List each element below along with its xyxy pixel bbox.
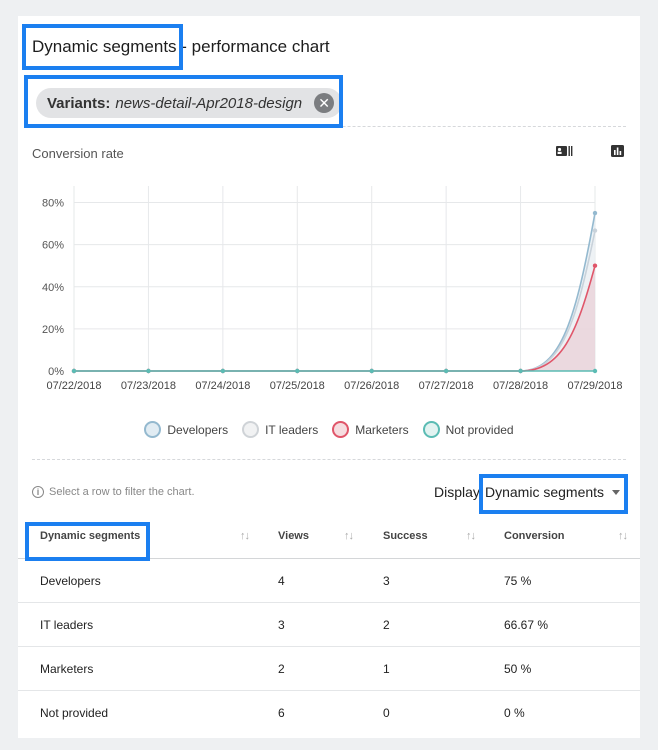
x-tick-label: 07/24/2018: [195, 380, 250, 392]
legend-swatch: [422, 421, 440, 438]
cell-views: 3: [278, 617, 285, 632]
cell-segment: Marketers: [40, 661, 94, 676]
cell-views: 6: [278, 706, 285, 720]
sort-icon[interactable]: ↑↓: [466, 514, 476, 558]
cell-success: 2: [383, 617, 390, 632]
legend-item-developers[interactable]: Developers: [144, 421, 228, 438]
data-point: [518, 368, 523, 374]
cell-segment: Not provided: [40, 706, 109, 720]
cell-conversion: 75 %: [504, 573, 532, 588]
cell-success: 0: [383, 706, 390, 720]
display-label: Display:: [434, 484, 484, 500]
y-tick-label: 0%: [48, 366, 64, 378]
x-tick-label: 07/27/2018: [419, 380, 474, 392]
hint-text: Select a row to filter the chart.: [49, 486, 195, 498]
data-point: [71, 368, 77, 374]
title-segments: Dynamic segments: [32, 37, 177, 56]
data-point: [220, 368, 226, 374]
data-point: [592, 210, 598, 216]
chart-title: Conversion rate: [32, 146, 124, 161]
chevron-down-icon: [612, 489, 620, 495]
variants-filter-chip[interactable]: Variants: news-detail-Apr2018-design ✕: [36, 88, 343, 118]
series-area: [74, 230, 595, 371]
x-tick-label: 07/28/2018: [493, 380, 548, 392]
column-header-segments[interactable]: Dynamic segments: [40, 514, 140, 558]
series-area: [74, 265, 595, 371]
data-point: [592, 263, 598, 268]
data-point: [146, 368, 151, 374]
segments-table: Dynamic segments ↑↓ Views ↑↓ Success ↑↓ …: [18, 514, 640, 735]
legend-label: IT leaders: [265, 422, 319, 437]
filter-hint: i Select a row to filter the chart.: [32, 486, 195, 498]
performance-chart-card: Dynamic segments - performance chart Var…: [18, 16, 640, 738]
legend-swatch: [242, 421, 260, 438]
sort-icon[interactable]: ↑↓: [240, 514, 250, 558]
display-select-value: Dynamic segments: [485, 484, 605, 500]
table-row[interactable]: Marketers 2 1 50 %: [18, 647, 640, 691]
column-header-success[interactable]: Success: [383, 514, 428, 558]
data-point: [369, 368, 374, 374]
data-point: [295, 368, 300, 374]
x-tick-label: 07/26/2018: [344, 380, 399, 392]
contact-card-icon[interactable]: [555, 144, 573, 158]
legend-item-it-leaders[interactable]: IT leaders: [242, 421, 318, 438]
table-row[interactable]: IT leaders 3 2 66.67 %: [18, 603, 640, 647]
chip-value: news-detail-Apr2018-design: [115, 94, 303, 112]
cell-segment: IT leaders: [40, 617, 94, 632]
cell-success: 3: [383, 573, 390, 588]
sort-icon[interactable]: ↑↓: [618, 514, 628, 558]
cell-conversion: 50 %: [504, 661, 532, 676]
y-tick-label: 80%: [42, 198, 64, 210]
x-tick-label: 07/22/2018: [46, 380, 101, 392]
series-area: [74, 213, 595, 371]
y-tick-label: 40%: [42, 282, 64, 294]
cell-views: 2: [278, 661, 285, 676]
table-header-row: Dynamic segments ↑↓ Views ↑↓ Success ↑↓ …: [18, 514, 640, 559]
legend-swatch: [332, 421, 350, 438]
legend-item-marketers[interactable]: Marketers: [332, 421, 409, 438]
cell-conversion: 66.67 %: [504, 617, 549, 632]
legend-label: Developers: [167, 422, 229, 437]
sort-icon[interactable]: ↑↓: [344, 514, 354, 558]
x-tick-label: 07/25/2018: [270, 380, 325, 392]
divider: [32, 126, 626, 127]
page-title: Dynamic segments - performance chart: [32, 37, 330, 57]
cell-views: 4: [278, 573, 285, 588]
legend-label: Marketers: [355, 422, 409, 437]
cell-segment: Developers: [40, 573, 101, 588]
data-point: [443, 368, 449, 374]
data-point: [592, 228, 598, 233]
y-tick-label: 60%: [42, 240, 64, 252]
display-select[interactable]: Dynamic segments: [484, 480, 624, 504]
divider: [32, 459, 626, 460]
data-point: [592, 368, 598, 374]
series-line: [74, 265, 596, 372]
close-icon[interactable]: ✕: [314, 93, 335, 113]
chip-key: Variants:: [47, 94, 111, 112]
column-header-views[interactable]: Views: [278, 514, 309, 558]
legend-item-not-provided[interactable]: Not provided: [422, 421, 514, 438]
title-chart: performance chart: [191, 37, 330, 56]
x-tick-label: 07/29/2018: [567, 380, 622, 392]
x-tick-label: 07/23/2018: [121, 380, 176, 392]
table-row[interactable]: Not provided 6 0 0 %: [18, 691, 640, 735]
legend-swatch: [144, 421, 162, 438]
chart-legend: Developers IT leaders Marketers Not prov…: [18, 421, 640, 438]
y-tick-label: 20%: [42, 324, 64, 336]
series-line: [74, 230, 596, 372]
series-line: [74, 212, 596, 372]
info-icon: i: [32, 486, 44, 498]
legend-label: Not provided: [445, 422, 514, 437]
conversion-line-chart: 0% 20% 40% 60% 80% 07/22/2018 07/23/2018 07/24/…: [42, 186, 623, 392]
cell-success: 1: [383, 661, 390, 676]
title-separator: -: [176, 37, 192, 56]
column-header-conversion[interactable]: Conversion: [504, 514, 565, 558]
table-row[interactable]: Developers 4 3 75 %: [18, 559, 640, 603]
bar-chart-icon[interactable]: [608, 144, 626, 158]
cell-conversion: 0 %: [504, 706, 525, 720]
